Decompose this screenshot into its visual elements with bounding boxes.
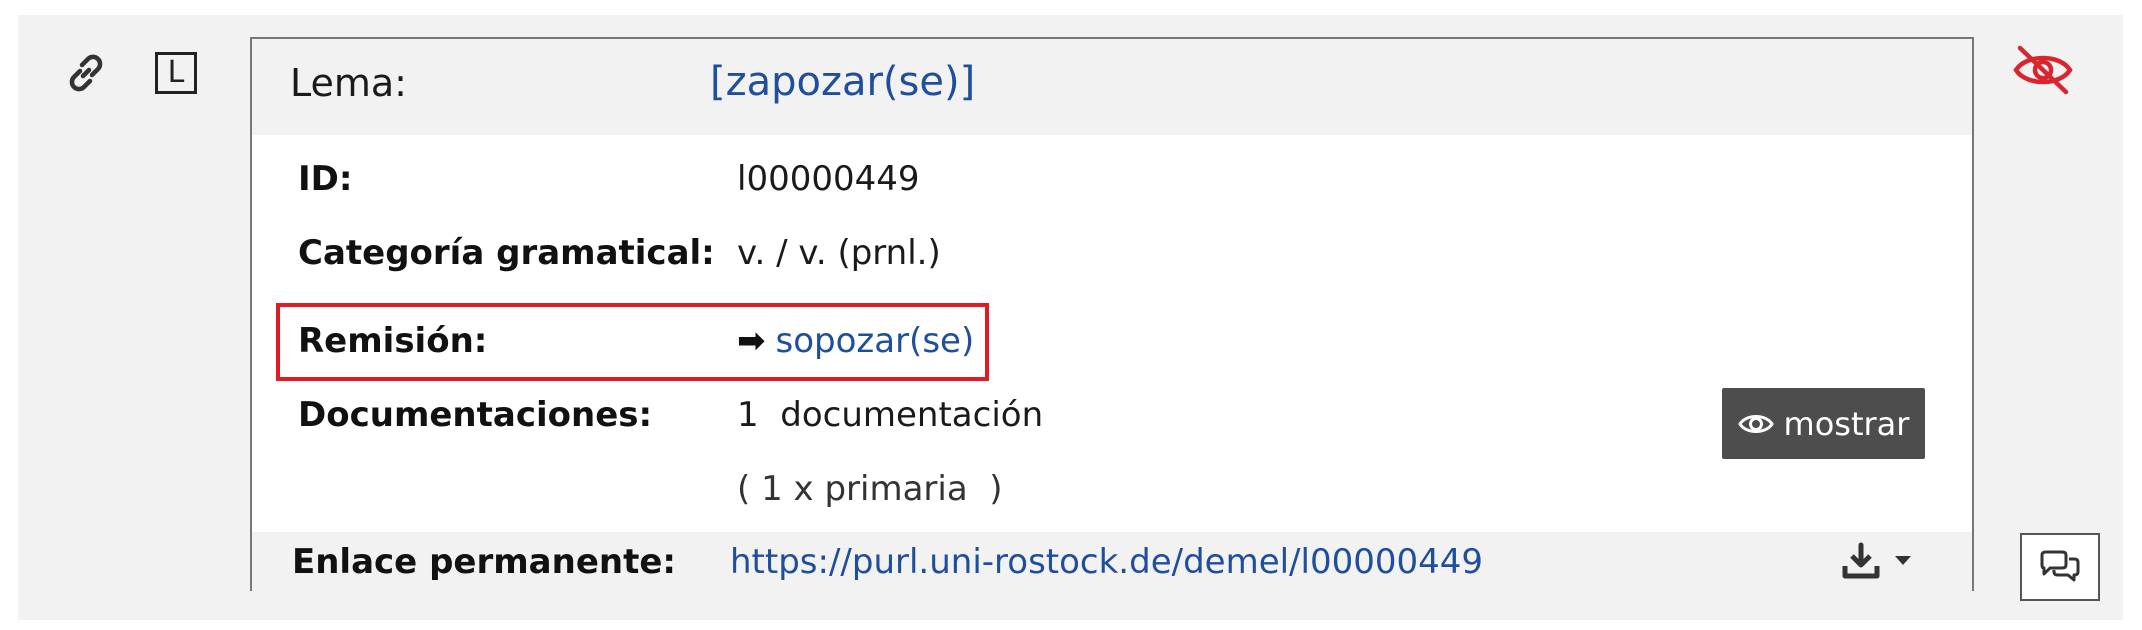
lema-value: [zapozar(se)] [710,59,976,105]
eye-slash-icon[interactable] [2008,40,2078,100]
lemma-type-letter: L [167,55,185,90]
id-label: ID: [298,159,353,199]
id-value: l00000449 [737,159,920,199]
caret-down-icon [1895,556,1911,565]
permalink-label: Enlace permanente: [292,542,676,582]
lema-label: Lema: [290,61,407,105]
eye-icon [1737,414,1774,433]
lema-row: Lema: [zapozar(se)] [252,39,1972,135]
show-documentaciones-button[interactable]: mostrar [1722,388,1925,459]
download-dropdown[interactable] [1842,542,1912,580]
comments-button[interactable] [2020,533,2100,601]
comments-icon [2040,550,2080,582]
entry-card: Lema: [zapozar(se)] ID: l00000449 Catego… [250,37,1974,591]
categoria-value: v. / v. (prnl.) [737,233,941,273]
documentaciones-value: 1 documentación [737,395,1044,435]
arrow-right-icon: ➡ [737,321,766,361]
remision-link[interactable]: sopozar(se) [776,321,975,361]
remision-value: ➡ sopozar(se) [737,321,974,361]
show-button-label: mostrar [1783,404,1910,443]
categoria-label: Categoría gramatical: [298,233,715,273]
documentaciones-detail: ( 1 x primaria ) [737,469,1003,509]
lemma-type-icon[interactable]: L [155,52,197,94]
download-icon [1842,542,1880,579]
permalink-row: Enlace permanente: https://purl.uni-rost… [252,532,1972,591]
remision-label: Remisión: [298,321,488,361]
documentaciones-label: Documentaciones: [298,395,653,435]
entry-panel: L Lema: [zapozar(se)] ID: l00000449 Cate… [18,15,2123,620]
link-icon[interactable] [58,45,114,101]
permalink-link[interactable]: https://purl.uni-rostock.de/demel/l00000… [730,542,1483,582]
